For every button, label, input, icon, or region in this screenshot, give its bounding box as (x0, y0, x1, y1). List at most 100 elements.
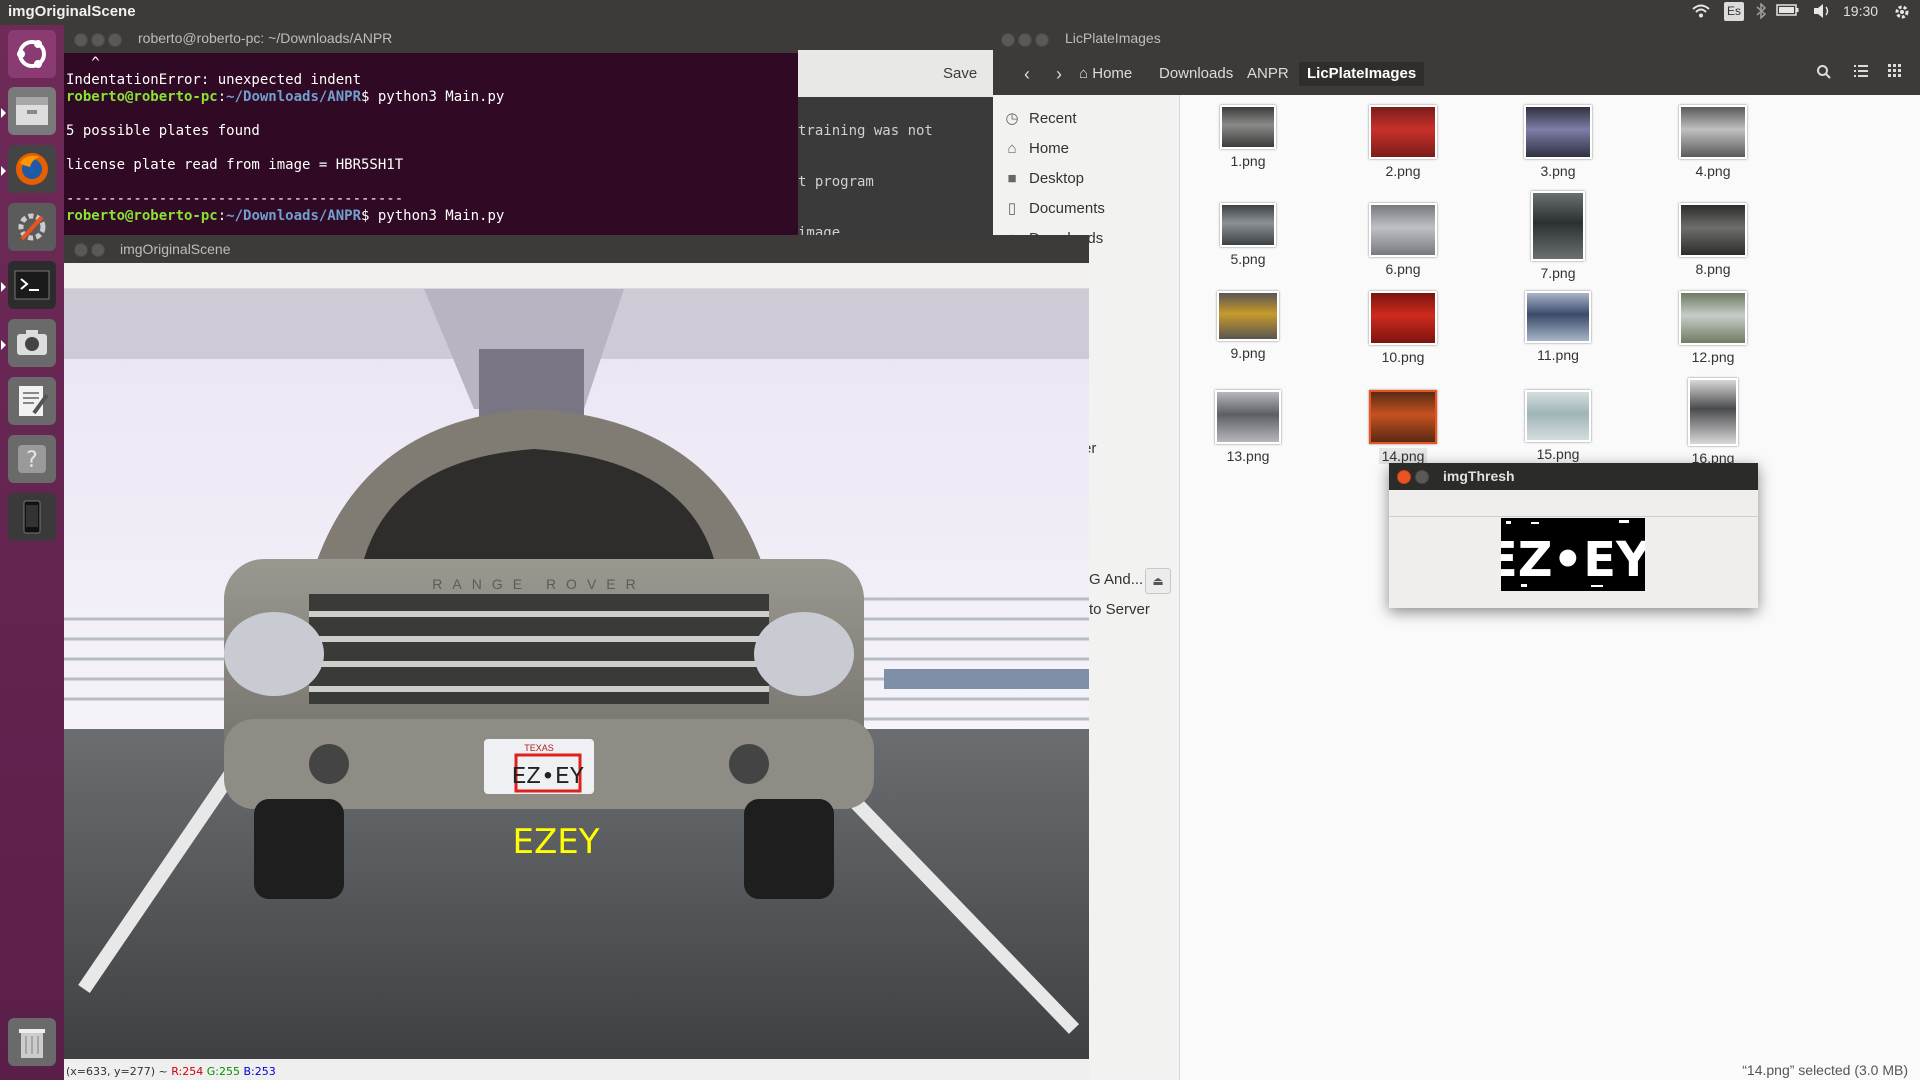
terminal-window[interactable]: roberto@roberto-pc: ~/Downloads/ANPR ^ In… (64, 25, 798, 235)
maximize-button[interactable] (1035, 33, 1049, 47)
clock[interactable]: 19:30 (1843, 3, 1878, 19)
forward-icon[interactable]: › (1047, 62, 1071, 86)
file-item[interactable]: 4.png (1658, 105, 1768, 180)
system-settings-icon[interactable] (8, 203, 56, 251)
screenshot-icon[interactable] (1, 319, 56, 367)
breadcrumb-anpr[interactable]: ANPR (1239, 62, 1297, 86)
eject-icon[interactable]: ⏏ (1145, 568, 1171, 594)
file-thumbnail[interactable] (1525, 390, 1591, 442)
file-thumbnail[interactable] (1217, 291, 1279, 341)
minimize-button[interactable] (1415, 470, 1429, 484)
close-button[interactable] (1397, 470, 1411, 484)
file-thumbnail[interactable] (1531, 191, 1585, 261)
image-viewer-window[interactable]: imgOriginalScene RANGE ROVER TEXAS EZ•EY… (64, 235, 1089, 1080)
file-item[interactable]: 13.png (1193, 390, 1303, 465)
bluetooth-icon[interactable] (1755, 2, 1767, 22)
editor-code[interactable]: training was not t program image (798, 97, 993, 241)
save-button[interactable]: Save (943, 65, 977, 82)
file-name: 5.png (1230, 251, 1266, 267)
file-item[interactable]: 9.png (1193, 291, 1303, 362)
file-thumbnail[interactable] (1215, 390, 1281, 444)
keyboard-layout-indicator[interactable]: Es (1724, 2, 1744, 21)
list-view-icon[interactable] (1850, 64, 1872, 84)
file-item[interactable]: 7.png (1503, 191, 1613, 282)
file-thumbnail[interactable] (1369, 203, 1437, 257)
file-thumbnail[interactable] (1688, 378, 1738, 446)
view-options-icon[interactable] (1884, 64, 1906, 84)
battery-icon[interactable] (1776, 3, 1800, 20)
file-thumbnail[interactable] (1679, 291, 1747, 345)
file-item[interactable]: 8.png (1658, 203, 1768, 278)
sidebar-item-documents[interactable]: ▯ Documents (1003, 197, 1105, 221)
file-thumbnail[interactable] (1220, 105, 1276, 149)
sidebar-item-connect-to-server[interactable]: to Server (1089, 598, 1150, 622)
selection-status: “14.png” selected (3.0 MB) (1742, 1062, 1908, 1078)
file-thumbnail[interactable] (1369, 291, 1437, 345)
minimize-button[interactable] (1018, 33, 1032, 47)
scene-toolbar (64, 263, 1089, 289)
file-item[interactable]: 16.png (1658, 378, 1768, 467)
minimize-button[interactable] (91, 243, 105, 257)
files-icon[interactable] (1, 87, 56, 135)
file-item[interactable]: 3.png (1503, 105, 1613, 180)
file-thumbnail[interactable] (1679, 105, 1747, 159)
close-button[interactable] (1001, 33, 1015, 47)
files-title: LicPlateImages (1065, 30, 1161, 46)
file-name: 6.png (1385, 261, 1421, 277)
file-name: 15.png (1536, 446, 1580, 462)
file-item[interactable]: 1.png (1193, 105, 1303, 170)
maximize-button[interactable] (108, 33, 122, 47)
file-item[interactable]: 12.png (1658, 291, 1768, 366)
file-thumbnail[interactable] (1679, 203, 1747, 257)
gear-icon[interactable] (1893, 3, 1911, 24)
ubuntu-dash-icon[interactable] (8, 30, 56, 78)
sidebar-item-network-drive[interactable]: G And... (1089, 568, 1143, 592)
file-thumbnail[interactable] (1525, 291, 1591, 343)
file-item[interactable]: 2.png (1348, 105, 1458, 180)
search-icon[interactable] (1813, 64, 1835, 84)
help-icon[interactable]: ? (8, 435, 56, 483)
file-thumbnail[interactable] (1524, 105, 1592, 159)
sidebar-item-home[interactable]: ⌂ Home (1003, 137, 1069, 161)
sidebar-item-recent[interactable]: ◷ Recent (1003, 107, 1076, 131)
close-button[interactable] (74, 243, 88, 257)
breadcrumb-licplateimages[interactable]: LicPlateImages (1299, 62, 1425, 86)
sidebar-item-desktop[interactable]: ■ Desktop (1003, 167, 1084, 191)
file-item[interactable]: 14.png (1348, 390, 1458, 465)
device-icon[interactable] (8, 493, 56, 541)
volume-icon[interactable] (1812, 3, 1832, 22)
active-window-title: imgOriginalScene (8, 3, 136, 20)
file-thumbnail[interactable] (1369, 105, 1437, 159)
trash-icon[interactable] (8, 1018, 56, 1066)
error-line: IndentationError: unexpected indent (66, 72, 362, 88)
terminal-icon[interactable] (1, 261, 56, 309)
breadcrumb-home[interactable]: ⌂ Home (1071, 62, 1140, 86)
scene-image[interactable]: RANGE ROVER TEXAS EZ•EY EZEY (64, 289, 1089, 1059)
thresh-titlebar[interactable]: imgThresh (1389, 463, 1758, 490)
file-item[interactable]: 5.png (1193, 203, 1303, 268)
wifi-icon[interactable] (1692, 3, 1710, 22)
file-item[interactable]: 6.png (1348, 203, 1458, 278)
file-name: 1.png (1230, 153, 1266, 169)
file-name: 7.png (1540, 265, 1576, 281)
back-icon[interactable]: ‹ (1015, 62, 1039, 86)
scene-titlebar[interactable]: imgOriginalScene (64, 235, 1089, 263)
breadcrumb-downloads[interactable]: Downloads (1151, 62, 1241, 86)
files-titlebar[interactable]: LicPlateImages (993, 25, 1920, 53)
file-name: 10.png (1381, 349, 1425, 365)
recognized-plate-overlay: EZEY (512, 822, 599, 862)
text-editor-window[interactable]: Save training was not t program image (798, 25, 993, 241)
file-thumbnail[interactable] (1220, 203, 1276, 247)
file-item[interactable]: 10.png (1348, 291, 1458, 366)
file-thumbnail[interactable] (1369, 390, 1437, 444)
threshold-window[interactable]: imgThresh EZ•EY. (1389, 463, 1758, 608)
minimize-button[interactable] (91, 33, 105, 47)
file-item[interactable]: 11.png (1503, 291, 1613, 364)
terminal-titlebar[interactable]: roberto@roberto-pc: ~/Downloads/ANPR (64, 25, 798, 53)
text-editor-icon[interactable] (8, 377, 56, 425)
home-icon: ⌂ (1079, 65, 1089, 82)
firefox-icon[interactable] (1, 145, 56, 193)
file-item[interactable]: 15.png (1503, 390, 1613, 463)
terminal-output[interactable]: ^ IndentationError: unexpected indent robe… (66, 55, 504, 225)
close-button[interactable] (74, 33, 88, 47)
